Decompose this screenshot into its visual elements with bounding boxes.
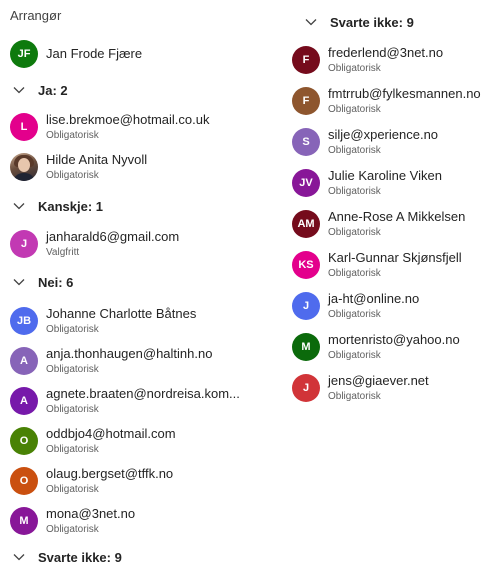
avatar: J: [292, 374, 320, 402]
attendance-role: Obligatorisk: [46, 524, 99, 535]
person-name: lise.brekmoe@hotmail.co.uk: [46, 112, 210, 127]
attendee-row[interactable]: Aagnete.braaten@nordreisa.kom... Obligato…: [10, 383, 290, 419]
attendee-row[interactable]: JB Johanne Charlotte Båtnes Obligatorisk: [10, 303, 290, 339]
organizer-heading: Arrangør: [10, 8, 62, 23]
avatar: A: [10, 387, 38, 415]
attendee-row[interactable]: Ooddbjo4@hotmail.com Obligatorisk: [10, 423, 290, 459]
photo-avatar: [10, 153, 38, 181]
attendee-list-right: Svarte ikke: 9 Ffrederlend@3net.no Obliga…: [292, 0, 485, 405]
attendee-row[interactable]: Ffrederlend@3net.no Obligatorisk: [292, 42, 482, 78]
avatar: F: [292, 46, 320, 74]
avatar: L: [10, 113, 38, 141]
attendee-row[interactable]: Jjens@giaever.net Obligatorisk: [292, 370, 482, 405]
person-name: mortenristo@yahoo.no: [328, 332, 460, 347]
attendance-role: Obligatorisk: [328, 309, 381, 320]
attendance-role: Obligatorisk: [328, 186, 381, 197]
avatar: JF: [10, 40, 38, 68]
group-header-svarte-ikke[interactable]: Svarte ikke: 9: [304, 11, 414, 33]
person-name: frederlend@3net.no: [328, 45, 444, 60]
avatar: J: [292, 292, 320, 320]
organizer-person[interactable]: JF Jan Frode Fjære: [10, 36, 290, 72]
attendee-row[interactable]: AM Anne-Rose A Mikkelsen Obligatorisk: [292, 206, 482, 242]
attendance-role: Obligatorisk: [328, 104, 381, 115]
avatar: O: [10, 427, 38, 455]
attendee-row[interactable]: Hilde Anita Nyvoll Obligatorisk: [10, 149, 290, 185]
attendance-role: Obligatorisk: [46, 484, 99, 495]
person-name: anja.thonhaugen@haltinh.no: [46, 346, 213, 361]
chevron-down-icon: [12, 83, 26, 97]
attendee-row[interactable]: KS Karl-Gunnar Skjønsfjell Obligatorisk: [292, 247, 482, 283]
attendance-role: Obligatorisk: [328, 350, 381, 361]
person-name: Hilde Anita Nyvoll: [46, 152, 148, 167]
person-name: mona@3net.no: [46, 506, 136, 521]
attendee-row[interactable]: JV Julie Karoline Viken Obligatorisk: [292, 165, 482, 201]
person-name: agnete.braaten@nordreisa.kom...: [46, 386, 240, 401]
group-label: Nei: 6: [38, 274, 74, 290]
group-label: Kanskje: 1: [38, 198, 104, 214]
group-header-ja[interactable]: Ja: 2: [12, 79, 68, 101]
avatar: M: [292, 333, 320, 361]
attendee-row[interactable]: Llise.brekmoe@hotmail.co.uk Obligatorisk: [10, 109, 290, 145]
group-header-nei[interactable]: Nei: 6: [12, 271, 73, 293]
attendee-list-left: Arrangør JF Jan Frode Fjære Ja: 2 Llise.…: [0, 0, 292, 562]
attendee-row[interactable]: Mmona@3net.no Obligatorisk: [10, 503, 290, 539]
avatar: S: [292, 128, 320, 156]
avatar: J: [10, 230, 38, 258]
person-name: janharald6@gmail.com: [46, 229, 180, 244]
attendance-role: Obligatorisk: [328, 63, 381, 74]
group-header-kanskje[interactable]: Kanskje: 1: [12, 195, 103, 217]
chevron-down-icon: [12, 275, 26, 289]
group-header-svarte-ikke[interactable]: Svarte ikke: 9: [12, 546, 122, 562]
chevron-down-icon: [12, 199, 26, 213]
attendance-role: Obligatorisk: [46, 364, 99, 375]
chevron-down-icon: [304, 15, 318, 29]
avatar: KS: [292, 251, 320, 279]
attendance-role: Obligatorisk: [46, 324, 99, 335]
person-name: Anne-Rose A Mikkelsen: [328, 209, 466, 224]
person-name: jens@giaever.net: [328, 373, 429, 388]
attendance-role: Obligatorisk: [46, 130, 99, 141]
avatar: M: [10, 507, 38, 535]
attendance-role: Obligatorisk: [328, 227, 381, 238]
attendance-role: Obligatorisk: [46, 404, 99, 415]
attendee-row[interactable]: Mmortenristo@yahoo.no Obligatorisk: [292, 329, 482, 365]
attendance-role: Obligatorisk: [328, 391, 381, 402]
attendee-row[interactable]: Jja-ht@online.no Obligatorisk: [292, 288, 482, 324]
group-label: Ja: 2: [38, 82, 68, 98]
attendee-row[interactable]: Ssilje@xperience.no Obligatorisk: [292, 124, 482, 160]
person-name: olaug.bergset@tffk.no: [46, 466, 174, 481]
attendance-role: Obligatorisk: [46, 444, 99, 455]
person-name: Julie Karoline Viken: [328, 168, 442, 183]
person-name: fmtrrub@fylkesmannen.no: [328, 86, 481, 101]
attendee-row[interactable]: Jjanharald6@gmail.com Valgfritt: [10, 226, 290, 262]
attendee-row[interactable]: Aanja.thonhaugen@haltinh.no Obligatorisk: [10, 343, 290, 379]
person-name: Johanne Charlotte Båtnes: [46, 306, 197, 321]
attendance-role: Obligatorisk: [328, 145, 381, 156]
person-name: ja-ht@online.no: [328, 291, 420, 306]
person-name: Karl-Gunnar Skjønsfjell: [328, 250, 462, 265]
attendee-row[interactable]: Oolaug.bergset@tffk.no Obligatorisk: [10, 463, 290, 499]
avatar: F: [292, 87, 320, 115]
group-label: Svarte ikke: 9: [330, 14, 414, 30]
person-name: oddbjo4@hotmail.com: [46, 426, 176, 441]
chevron-down-icon: [12, 550, 26, 562]
avatar: A: [10, 347, 38, 375]
avatar: JV: [292, 169, 320, 197]
avatar: JB: [10, 307, 38, 335]
avatar: AM: [292, 210, 320, 238]
person-name: Jan Frode Fjære: [46, 46, 143, 61]
attendance-role: Valgfritt: [46, 247, 80, 258]
person-name: silje@xperience.no: [328, 127, 439, 142]
attendance-role: Obligatorisk: [46, 170, 99, 181]
group-label: Svarte ikke: 9: [38, 549, 122, 562]
avatar: O: [10, 467, 38, 495]
attendee-row[interactable]: Ffmtrrub@fylkesmannen.no Obligatorisk: [292, 83, 482, 119]
attendance-role: Obligatorisk: [328, 268, 381, 279]
